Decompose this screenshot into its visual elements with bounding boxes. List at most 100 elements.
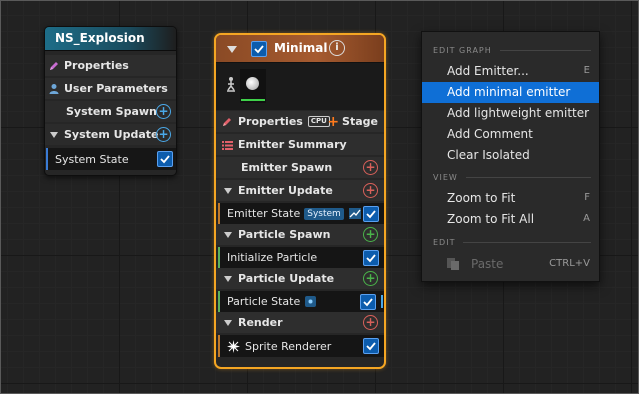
add-lightweight-emitter-label: Add lightweight emitter [447, 106, 590, 120]
sprite-renderer-module[interactable]: Sprite Renderer [218, 335, 384, 357]
add-system-spawn-icon[interactable]: + [156, 104, 171, 119]
system-spawn-row[interactable]: System Spawn + [45, 101, 176, 122]
person-icon [227, 77, 235, 92]
user-icon [49, 83, 59, 94]
add-minimal-emitter-label: Add minimal emitter [447, 85, 571, 99]
render-label: Render [238, 316, 283, 329]
initialize-particle-label: Initialize Particle [227, 251, 318, 264]
system-state-module[interactable]: System State [46, 148, 176, 170]
particle-spawn-row[interactable]: Particle Spawn + [216, 224, 384, 245]
add-emitter-label: Add Emitter... [447, 64, 529, 78]
add-emitter-shortcut: E [583, 65, 590, 76]
view-section: VIEW [433, 170, 591, 184]
user-parameters-label: User Parameters [64, 82, 168, 95]
system-properties-row[interactable]: Properties [45, 55, 176, 76]
emitter-title: Minimal [274, 41, 328, 55]
zoom-to-fit-menu-item[interactable]: Zoom to Fit F [422, 188, 599, 209]
system-spawn-label: System Spawn [66, 105, 157, 118]
emitter-preview-thumbnail [240, 69, 266, 103]
emitter-update-row[interactable]: Emitter Update + [216, 180, 384, 201]
edit-heading: EDIT [433, 237, 456, 247]
add-emitter-spawn-icon[interactable]: + [363, 160, 378, 175]
sprite-renderer-label: Sprite Renderer [245, 339, 332, 353]
system-state-label: System State [55, 152, 129, 166]
add-emitter-update-icon[interactable]: + [363, 183, 378, 198]
collapse-arrow-icon[interactable] [224, 187, 232, 194]
particle-state-module[interactable]: Particle State [218, 291, 384, 312]
emitter-thumbnail-area [216, 63, 384, 110]
emitter-header[interactable]: Minimal i [216, 35, 384, 63]
user-parameters-row[interactable]: User Parameters [45, 78, 176, 99]
emitter-summary-row[interactable]: Emitter Summary [216, 134, 384, 155]
pencil-icon [223, 117, 231, 126]
emitter-node[interactable]: Minimal i Properties CPU + Stage Emitter… [214, 33, 386, 369]
emitter-state-label: Emitter State [227, 207, 301, 220]
render-row[interactable]: Render + [216, 312, 384, 333]
particle-state-checkbox[interactable] [360, 294, 376, 310]
clear-isolated-menu-item[interactable]: Clear Isolated [422, 145, 599, 166]
system-update-row[interactable]: System Update + [45, 124, 176, 145]
pencil-icon [50, 61, 58, 70]
add-comment-menu-item[interactable]: Add Comment [422, 124, 599, 145]
initialize-particle-module[interactable]: Initialize Particle [218, 247, 384, 268]
particle-update-label: Particle Update [238, 272, 335, 285]
particle-state-label: Particle State [227, 295, 301, 308]
collapse-arrow-icon[interactable] [224, 319, 232, 326]
info-icon[interactable]: i [329, 40, 345, 56]
system-node[interactable]: NS_Explosion Properties User Parameters … [44, 26, 177, 176]
add-emitter-menu-item[interactable]: Add Emitter... E [422, 61, 599, 82]
system-update-label: System Update [64, 128, 159, 141]
add-system-update-icon[interactable]: + [156, 127, 171, 142]
emitter-state-module[interactable]: Emitter State System [218, 203, 384, 224]
zoom-to-fit-shortcut: F [584, 192, 590, 203]
plus-icon: + [327, 113, 340, 130]
zoom-to-fit-all-label: Zoom to Fit All [447, 212, 535, 226]
collapse-arrow-icon[interactable] [227, 46, 237, 53]
initialize-particle-checkbox[interactable] [363, 250, 379, 266]
emitter-spawn-row[interactable]: Emitter Spawn + [216, 157, 384, 178]
emitter-enable-checkbox[interactable] [251, 41, 267, 57]
add-comment-label: Add Comment [447, 127, 533, 141]
paste-menu-item[interactable]: Paste CTRL+V [422, 254, 599, 275]
collapse-arrow-icon[interactable] [50, 131, 58, 138]
zoom-to-fit-all-menu-item[interactable]: Zoom to Fit All A [422, 209, 599, 230]
add-minimal-emitter-menu-item[interactable]: Add minimal emitter [422, 82, 599, 103]
add-particle-update-icon[interactable]: + [363, 271, 378, 286]
edit-graph-heading: EDIT GRAPH [433, 45, 492, 55]
paste-icon [447, 258, 459, 270]
list-icon [222, 140, 233, 150]
system-badge: System [304, 207, 344, 220]
context-menu: EDIT GRAPH Add Emitter... E Add minimal … [421, 31, 600, 282]
clear-isolated-label: Clear Isolated [447, 148, 530, 162]
particle-spawn-label: Particle Spawn [238, 228, 331, 241]
graph-icon [348, 208, 361, 219]
add-stage-button[interactable]: + Stage [327, 111, 378, 132]
sprite-burst-icon [227, 339, 240, 353]
system-state-checkbox[interactable] [157, 151, 173, 167]
add-renderer-icon[interactable]: + [363, 315, 378, 330]
collapse-arrow-icon[interactable] [224, 275, 232, 282]
selection-indicator [381, 295, 383, 308]
zoom-to-fit-label: Zoom to Fit [447, 191, 516, 205]
emitter-spawn-label: Emitter Spawn [241, 161, 333, 174]
sprite-renderer-checkbox[interactable] [363, 338, 379, 354]
add-lightweight-emitter-menu-item[interactable]: Add lightweight emitter [422, 103, 599, 124]
add-particle-spawn-icon[interactable]: + [363, 227, 378, 242]
particle-badge-icon [305, 296, 317, 307]
emitter-update-label: Emitter Update [238, 184, 333, 197]
view-heading: VIEW [433, 172, 458, 182]
stage-label: Stage [342, 115, 378, 128]
paste-shortcut: CTRL+V [549, 258, 590, 269]
zoom-to-fit-all-shortcut: A [583, 213, 590, 224]
system-properties-label: Properties [64, 59, 129, 72]
emitter-state-checkbox[interactable] [363, 206, 379, 222]
emitter-properties-row[interactable]: Properties CPU + Stage [216, 111, 384, 132]
collapse-arrow-icon[interactable] [224, 231, 232, 238]
edit-graph-section: EDIT GRAPH [433, 43, 591, 57]
paste-label: Paste [471, 257, 504, 271]
system-node-title: NS_Explosion [45, 27, 176, 51]
edit-section: EDIT [433, 235, 591, 249]
particle-update-row[interactable]: Particle Update + [216, 268, 384, 289]
emitter-summary-label: Emitter Summary [238, 138, 347, 151]
emitter-properties-label: Properties [238, 115, 303, 128]
